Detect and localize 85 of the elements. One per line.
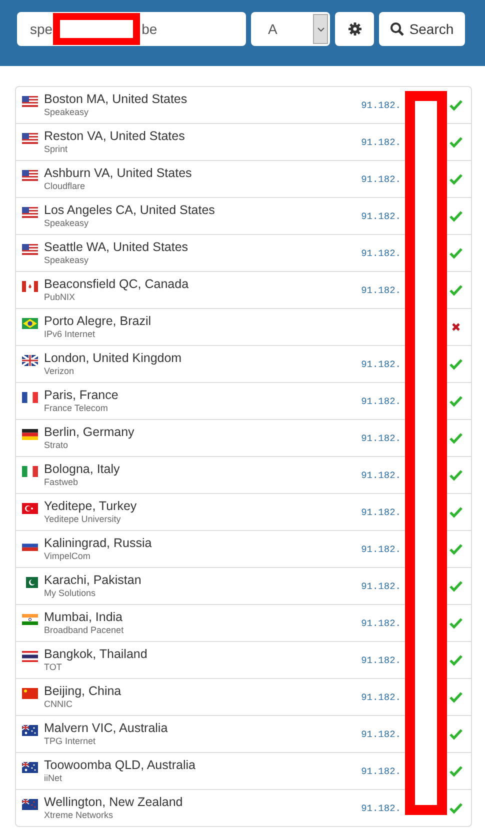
provider-name: PubNIX (44, 292, 76, 303)
server-location: Beaconsfield QC, Canada (44, 277, 189, 292)
provider-name: Strato (44, 440, 68, 451)
ip-address: 91.182. (361, 396, 401, 406)
server-location: Karachi, Pakistan (44, 573, 142, 588)
server-location: Bangkok, Thailand (44, 647, 148, 662)
provider-name: Cloudflare (44, 181, 86, 192)
server-location: Reston VA, United States (44, 129, 185, 144)
ip-address: 91.182. (361, 432, 401, 444)
flag-icon (22, 355, 38, 366)
server-location: Berlin, Germany (44, 425, 134, 440)
search-button[interactable]: Search (379, 12, 465, 46)
flag-icon (22, 318, 38, 329)
flag-icon (22, 207, 38, 218)
provider-name: Yeditepe University (44, 514, 121, 525)
flag-icon (22, 688, 38, 699)
provider-name: Sprint (44, 144, 68, 155)
server-location: Seattle WA, United States (44, 240, 188, 255)
record-type-dropdown[interactable]: A (251, 12, 330, 46)
provider-name: Verizon (44, 366, 74, 377)
flag-icon (22, 725, 38, 736)
server-location: Toowoomba QLD, Australia (44, 758, 196, 773)
settings-icon (348, 22, 362, 36)
flag-icon (22, 170, 38, 181)
provider-name: Fastweb (44, 477, 78, 488)
server-location: Yeditepe, Turkey (44, 499, 137, 514)
ip-address: 91.182. (361, 618, 401, 628)
ip-address: 91.182. (361, 728, 401, 740)
flag-icon (22, 799, 38, 810)
provider-name: iiNet (44, 773, 62, 784)
ip-address: 91.182. (361, 248, 401, 258)
ip-address: 91.182. (361, 470, 401, 480)
flag-icon (22, 392, 38, 403)
flag-icon (22, 503, 38, 514)
server-location: Boston MA, United States (44, 92, 188, 107)
server-location: Ashburn VA, United States (44, 166, 192, 181)
provider-name: TPG Internet (44, 736, 96, 747)
flag-icon (22, 614, 38, 625)
flag-icon (22, 651, 38, 662)
provider-name: Speakeasy (44, 107, 89, 118)
ip-address: 91.182. (361, 766, 401, 776)
provider-name: Xtreme Networks (44, 810, 114, 821)
flag-icon (22, 244, 38, 255)
ip-address: 91.182. (361, 358, 401, 370)
ip-address: 91.182. (361, 210, 401, 222)
ip-address: 91.182. (361, 284, 401, 296)
ip-address: 91.182. (361, 136, 401, 148)
flag-icon (22, 281, 38, 292)
ip-address: 91.182. (361, 100, 401, 110)
provider-name: CNNIC (44, 699, 72, 710)
provider-name: Broadband Pacenet (44, 625, 124, 636)
ip-address: 91.182. (361, 580, 401, 592)
server-location: Los Angeles CA, United States (44, 203, 215, 218)
search-icon (390, 22, 404, 36)
flag-icon (22, 577, 38, 588)
flag-icon (22, 466, 38, 477)
provider-name: TOT (44, 662, 62, 673)
flag-icon (22, 133, 38, 144)
flag-icon (22, 429, 38, 440)
server-location: London, United Kingdom (44, 351, 182, 366)
server-location: Bologna, Italy (44, 462, 120, 477)
provider-name: Speakeasy (44, 255, 89, 266)
flag-icon (22, 96, 38, 107)
server-location: Wellington, New Zealand (44, 795, 183, 810)
server-location: Malvern VIC, Australia (44, 721, 168, 736)
server-location: Kaliningrad, Russia (44, 536, 152, 551)
ip-address: 91.182. (361, 544, 401, 554)
server-location: Paris, France (44, 388, 118, 403)
server-location: Mumbai, India (44, 610, 123, 625)
search-field[interactable]: spe be (17, 12, 246, 46)
provider-name: VimpelCom (44, 551, 90, 562)
ip-address: 91.182. (361, 692, 401, 702)
flag-icon (22, 762, 38, 773)
ip-address: 91.182. (361, 506, 401, 518)
server-location: Porto Alegre, Brazil (44, 314, 151, 329)
provider-name: My Solutions (44, 588, 96, 599)
server-location: Beijing, China (44, 684, 122, 699)
ip-address: 91.182. (361, 802, 401, 814)
settings-button[interactable] (335, 12, 374, 46)
ip-address: 91.182. (361, 174, 401, 184)
ip-address: 91.182. (361, 654, 401, 666)
provider-name: Speakeasy (44, 218, 89, 229)
caret-icon (313, 14, 328, 44)
provider-name: France Telecom (44, 403, 108, 414)
provider-name: IPv6 Internet (44, 329, 96, 340)
